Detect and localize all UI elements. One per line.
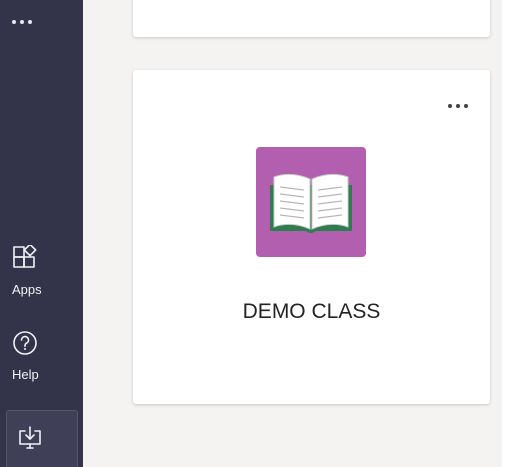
rail-item-help[interactable]: Help (0, 330, 83, 386)
card-more-button[interactable] (446, 100, 470, 112)
more-horizontal-icon (12, 20, 16, 24)
rail-item-label: Help (12, 367, 39, 382)
download-app-button[interactable] (6, 410, 78, 467)
class-avatar-tile (256, 147, 366, 257)
page-edge (502, 0, 513, 467)
app-rail: Apps Help (0, 0, 83, 467)
download-app-icon (19, 426, 41, 449)
more-options-icon (448, 104, 452, 108)
teams-grid: DEMO CLASS (83, 0, 513, 467)
open-book-icon (256, 147, 366, 257)
rail-item-label: Apps (12, 282, 42, 297)
team-card-partial[interactable] (133, 0, 490, 37)
teams-window: Apps Help DEMO CLASS (0, 0, 513, 467)
class-name: DEMO CLASS (242, 300, 381, 323)
rail-item-apps[interactable]: Apps (0, 245, 83, 301)
rail-more-button[interactable] (12, 14, 52, 30)
help-icon (13, 331, 37, 355)
apps-icon (13, 245, 37, 268)
team-card[interactable]: DEMO CLASS (133, 70, 490, 404)
